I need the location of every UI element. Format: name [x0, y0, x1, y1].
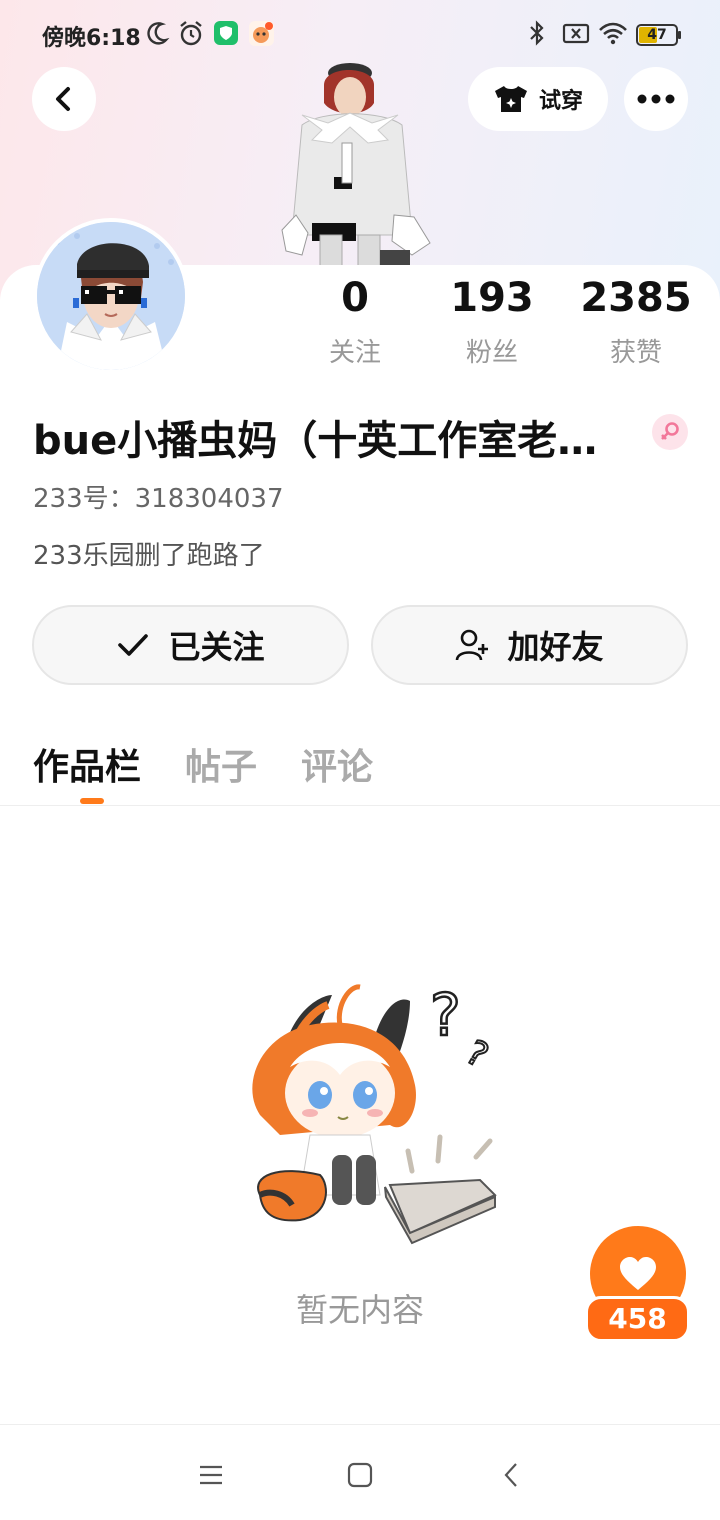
stat-following[interactable]: 0 关注 [285, 276, 425, 369]
tab-comments[interactable]: 评论 [301, 738, 373, 790]
alarm-icon [180, 21, 202, 46]
tab-works[interactable]: 作品栏 [33, 738, 141, 790]
add-friend-label: 加好友 [507, 628, 604, 666]
user-id: 233号：318304037 [33, 484, 284, 514]
followed-label: 已关注 [168, 628, 265, 666]
like-count: 458 [585, 1296, 690, 1342]
home-square-icon [347, 1462, 373, 1488]
avatar-character-illustration [281, 63, 431, 270]
back-button[interactable] [32, 67, 96, 131]
chevron-left-icon [56, 87, 70, 111]
stat-followers-label: 粉丝 [465, 338, 518, 368]
followed-button[interactable]: 已关注 [32, 605, 349, 685]
svg-text:?: ? [430, 981, 461, 1049]
nav-home-button[interactable] [340, 1455, 380, 1495]
user-bio: 233乐园删了跑路了 [33, 541, 265, 571]
add-user-icon [456, 629, 489, 661]
check-icon [118, 634, 149, 656]
menu-icon [200, 1465, 222, 1485]
stat-followers[interactable]: 193 粉丝 [422, 276, 562, 369]
like-floating-button[interactable]: 458 [585, 1226, 690, 1344]
svg-text:?: ? [459, 1033, 495, 1077]
game-app-icon [249, 21, 274, 46]
stat-following-value: 0 [341, 275, 369, 321]
wifi-icon [599, 22, 627, 45]
stat-likes-value: 2385 [580, 275, 692, 321]
heart-icon [620, 1257, 656, 1290]
username: bue小播虫妈（十英工作室老… [33, 418, 598, 464]
try-on-label: 试穿 [538, 89, 583, 114]
moon-icon [147, 22, 170, 45]
avatar[interactable] [33, 218, 189, 374]
nav-menu-button[interactable] [191, 1455, 231, 1495]
back-chevron-icon [504, 1463, 517, 1487]
female-gender-badge [652, 414, 688, 450]
system-nav-bar [0, 1424, 720, 1520]
security-app-icon [214, 21, 238, 45]
empty-state-illustration: ? ? [252, 980, 497, 1245]
tshirt-icon [494, 86, 527, 112]
active-tab-indicator [80, 798, 104, 804]
status-time: 傍晚6:18 [42, 26, 141, 51]
nav-back-button[interactable] [492, 1455, 532, 1495]
tab-posts[interactable]: 帖子 [185, 738, 257, 790]
more-icon [637, 94, 675, 104]
female-icon [661, 422, 679, 440]
stat-following-label: 关注 [328, 338, 381, 368]
stat-likes[interactable]: 2385 获赞 [566, 276, 706, 369]
battery-percent: 47 [647, 27, 667, 43]
profile-tabs: 作品栏 帖子 评论 [33, 738, 373, 790]
tabs-divider [0, 805, 720, 806]
more-button[interactable] [624, 67, 688, 131]
no-sim-icon [562, 23, 590, 44]
try-on-button[interactable]: 试穿 [468, 67, 608, 131]
stat-followers-value: 193 [450, 275, 534, 321]
add-friend-button[interactable]: 加好友 [371, 605, 688, 685]
bluetooth-icon [530, 20, 544, 46]
stat-likes-label: 获赞 [609, 338, 662, 368]
battery-icon: 47 [636, 24, 681, 46]
